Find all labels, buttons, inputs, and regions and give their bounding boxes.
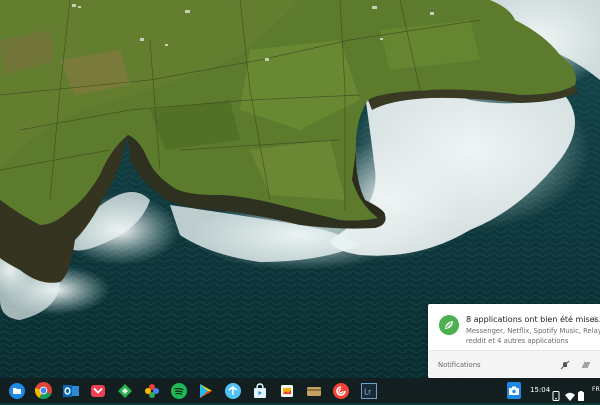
- input-language: FR: [592, 386, 600, 393]
- notification-footer: Notifications: [428, 350, 600, 378]
- notification-body: Messenger, Netflix, Spotify Music, Relay…: [466, 326, 600, 346]
- clock: 15:04: [530, 386, 551, 394]
- notification-card[interactable]: 8 applications ont bien été mises. Messe…: [428, 304, 600, 378]
- wallet-app[interactable]: [304, 381, 323, 400]
- slides-icon: [280, 384, 293, 397]
- files-app[interactable]: [7, 381, 26, 400]
- notification-body-line1: Messenger, Netflix, Spotify Music, Relay…: [466, 327, 600, 335]
- slides-app[interactable]: [277, 381, 296, 400]
- notifications-label: Notifications: [438, 361, 481, 369]
- pocket-icon: [90, 384, 105, 397]
- camera-icon: [509, 386, 519, 395]
- outlook-app[interactable]: [61, 381, 80, 400]
- clear-all-icon: [582, 362, 590, 368]
- lightroom-glyph: Lr: [364, 387, 372, 396]
- pocket-casts-icon: [332, 382, 349, 399]
- transfer-app[interactable]: [223, 381, 242, 400]
- pocket-app[interactable]: [88, 381, 107, 400]
- wifi-icon: [565, 386, 575, 401]
- folder-icon: [8, 382, 25, 399]
- screenshot-button[interactable]: [507, 382, 521, 399]
- do-not-disturb-button[interactable]: [559, 359, 571, 371]
- update-leaf-icon: [445, 321, 453, 329]
- spotify-app[interactable]: [169, 381, 188, 400]
- notification-time: 1:: [593, 316, 599, 323]
- notification-body-line2: reddit et 4 autres applications: [466, 337, 569, 345]
- play-store-icon: [199, 383, 212, 398]
- outlook-icon: [62, 384, 79, 397]
- battery-icon: [578, 386, 588, 401]
- transfer-icon: [224, 382, 241, 399]
- feedly-icon: [117, 383, 132, 398]
- play-store-app[interactable]: [196, 381, 215, 400]
- clear-all-button[interactable]: [581, 359, 593, 371]
- bell-off-icon: [560, 360, 570, 370]
- shelf: Lr 15:04 FR: [0, 378, 600, 403]
- chrome-app[interactable]: [34, 381, 53, 400]
- photos-icon: [144, 383, 159, 398]
- wallet-icon: [306, 386, 321, 396]
- notification-app-icon: [439, 315, 459, 335]
- shopping-bag-icon: [253, 382, 266, 398]
- shopping-app[interactable]: [250, 381, 269, 400]
- pocket-casts-app[interactable]: [331, 381, 350, 400]
- notification-title: 8 applications ont bien été mises.: [466, 315, 600, 324]
- phone-hub-icon: [552, 386, 562, 401]
- spotify-icon: [170, 382, 187, 399]
- lightroom-icon: Lr: [360, 382, 377, 399]
- photos-app[interactable]: [142, 381, 161, 400]
- lightroom-app[interactable]: Lr: [359, 381, 378, 400]
- chrome-icon: [35, 382, 52, 399]
- feedly-app[interactable]: [115, 381, 134, 400]
